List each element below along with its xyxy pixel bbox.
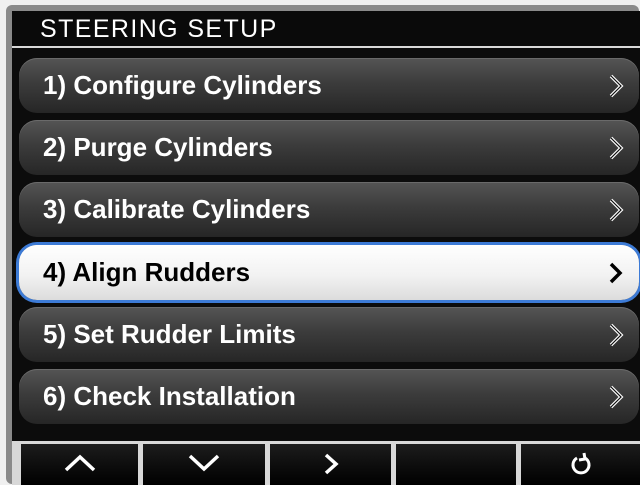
chevron-right-icon <box>324 453 339 475</box>
softkey-select-button[interactable] <box>270 444 391 485</box>
menu-item-label: 5) Set Rudder Limits <box>43 319 296 349</box>
device-screen: STEERING SETUP 1) Configure Cylinders 2)… <box>12 11 640 485</box>
menu-item-configure-cylinders[interactable]: 1) Configure Cylinders <box>19 58 639 113</box>
back-return-icon <box>571 452 590 475</box>
softkey-bar <box>12 441 640 485</box>
screen-header: STEERING SETUP <box>12 11 640 48</box>
menu-item-label: 4) Align Rudders <box>43 257 251 287</box>
menu-item-check-installation[interactable]: 6) Check Installation <box>19 369 639 424</box>
softkey-up-button[interactable] <box>21 444 138 485</box>
chevron-right-icon <box>609 262 623 284</box>
menu-item-calibrate-cylinders[interactable]: 3) Calibrate Cylinders <box>19 182 639 237</box>
menu-item-purge-cylinders[interactable]: 2) Purge Cylinders <box>19 120 639 175</box>
menu-item-label: 2) Purge Cylinders <box>43 132 273 162</box>
chevron-up-icon <box>64 454 95 472</box>
menu-item-label: 3) Calibrate Cylinders <box>43 194 311 224</box>
menu-item-label: 1) Configure Cylinders <box>43 70 322 100</box>
menu-item-set-rudder-limits[interactable]: 5) Set Rudder Limits <box>19 307 639 362</box>
chevron-down-icon <box>188 454 220 472</box>
chevron-right-icon <box>609 198 624 222</box>
chevron-right-icon <box>609 136 624 160</box>
chevron-right-icon <box>609 323 624 347</box>
page-title: STEERING SETUP <box>40 15 278 43</box>
chevron-right-icon <box>609 385 624 409</box>
softkey-down-button[interactable] <box>143 444 265 485</box>
menu-item-label: 6) Check Installation <box>43 381 296 411</box>
chevron-right-icon <box>609 74 624 98</box>
menu-item-align-rudders[interactable]: 4) Align Rudders <box>19 245 639 300</box>
softkey-blank-button[interactable] <box>396 444 516 485</box>
softkey-back-button[interactable] <box>521 444 640 485</box>
